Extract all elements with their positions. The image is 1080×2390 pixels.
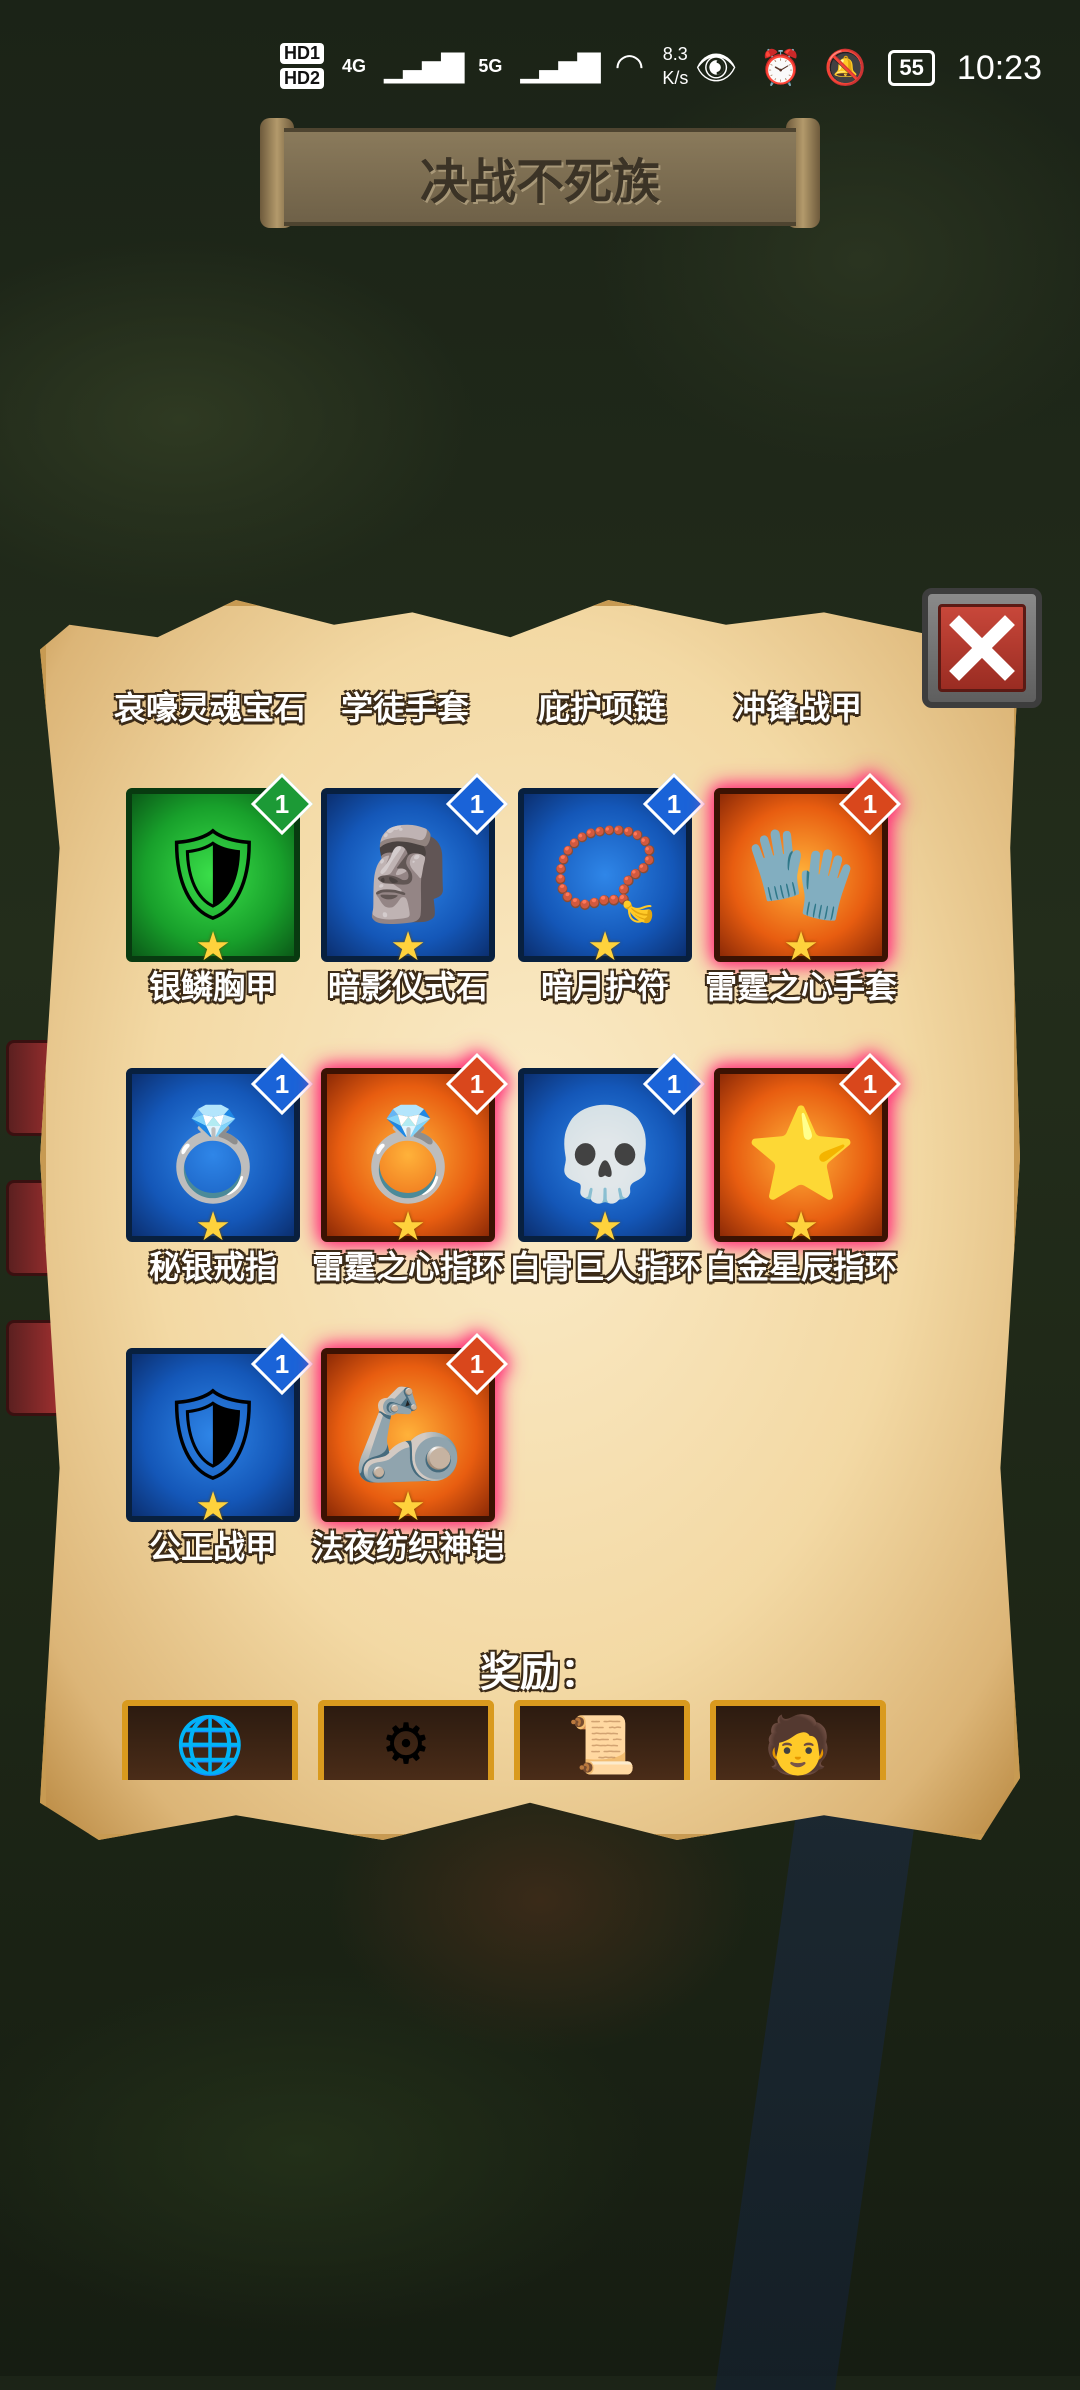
level-number: 1: [274, 1349, 290, 1379]
level-number: 1: [274, 789, 290, 819]
status-left: HD1 HD2 4G ▁▃▅▇ 5G ▁▃▅▇ ◠ 8.3 K/s ◐: [280, 42, 727, 90]
item-card[interactable]: 🦾 1 ★: [313, 1332, 509, 1530]
metal-bar-icon: ⚙: [380, 1712, 432, 1777]
clock: 10:23: [956, 48, 1042, 87]
level-number: 1: [862, 1069, 878, 1099]
chest-armor-icon: 🛡: [155, 822, 271, 927]
rewards-label: 奖励：: [480, 1650, 600, 1696]
skull-ring-icon: 💀: [548, 1102, 662, 1207]
item-card[interactable]: 🛡 1 ★: [118, 1332, 314, 1530]
mute-icon: 🔕: [824, 49, 867, 87]
item-name: 雷霆之心指环: [311, 1248, 504, 1286]
level-number: 1: [666, 1069, 682, 1099]
close-button[interactable]: [922, 588, 1042, 708]
item-name: 公正战甲: [148, 1528, 277, 1566]
blue-armor-icon: 🛡: [155, 1382, 271, 1487]
net-4g-label: 4G: [342, 55, 367, 76]
item-card[interactable]: 📿 1 ★: [510, 772, 706, 970]
signal-icon-2: ▁▃▅▇: [520, 49, 600, 83]
header-label-4: 冲锋战甲: [733, 689, 862, 727]
star-ring-icon: ⭐: [744, 1102, 858, 1207]
header-label-3: 庇护项链: [537, 689, 666, 727]
star-icon: ★: [587, 1204, 623, 1250]
item-card[interactable]: 💍 1 ★: [118, 1052, 314, 1250]
item-card[interactable]: 🗿 1 ★: [313, 772, 509, 970]
title-banner-body: 决战不死族: [284, 128, 796, 226]
page-title: 决战不死族: [419, 154, 660, 210]
net-speed-value: 8.3: [662, 44, 688, 64]
net-5g-label: 5G: [478, 55, 503, 76]
level-number: 1: [469, 1069, 485, 1099]
wifi-icon: ◠: [614, 47, 645, 85]
reward-item[interactable]: 🧑: [710, 1700, 886, 1780]
item-card[interactable]: ⭐ 1 ★: [706, 1052, 902, 1250]
level-number: 1: [666, 789, 682, 819]
globe-icon: 🌐: [175, 1713, 245, 1778]
item-card[interactable]: 🧤 1 ★: [706, 772, 902, 970]
title-banner: 决战不死族: [260, 118, 820, 228]
item-card[interactable]: 💀 1 ★: [510, 1052, 706, 1250]
star-icon: ★: [195, 924, 231, 970]
star-icon: ★: [783, 1204, 819, 1250]
hd2-badge: HD2: [280, 68, 325, 89]
reward-item[interactable]: 🌐: [122, 1700, 298, 1780]
item-name: 法夜纺织神铠: [311, 1528, 504, 1566]
signal-icon: ▁▃▅▇: [384, 49, 464, 83]
net-speed: 8.3 K/s: [662, 42, 688, 90]
amulet-icon: 📿: [548, 822, 662, 927]
level-number: 1: [469, 1349, 485, 1379]
level-number: 1: [862, 789, 878, 819]
star-icon: ★: [195, 1484, 231, 1530]
item-name: 雷霆之心手套: [704, 968, 897, 1006]
ring-icon: 💍: [351, 1102, 465, 1207]
star-icon: ★: [195, 1204, 231, 1250]
star-icon: ★: [390, 924, 426, 970]
alarm-icon: ⏰: [759, 49, 803, 87]
battery-indicator: 55: [888, 50, 935, 86]
gauntlet-icon: 🧤: [744, 822, 858, 927]
item-name: 白金星辰指环: [704, 1248, 897, 1286]
reward-item[interactable]: 📜: [514, 1700, 690, 1780]
item-card[interactable]: 💍 1 ★: [313, 1052, 509, 1250]
level-number: 1: [469, 789, 485, 819]
star-icon: ★: [390, 1204, 426, 1250]
star-icon: ★: [783, 924, 819, 970]
item-name: 暗月护符: [540, 968, 669, 1006]
star-icon: ★: [587, 924, 623, 970]
scroll-icon: 📜: [567, 1713, 637, 1778]
hero-portrait-icon: 🧑: [763, 1713, 833, 1778]
status-right: 👁 ⏰ 🔕 55 10:23: [695, 48, 1042, 88]
item-name: 秘银戒指: [148, 1248, 277, 1286]
reward-item[interactable]: ⚙: [318, 1700, 494, 1780]
hd-badges: HD1 HD2: [280, 43, 325, 89]
hd1-badge: HD1: [280, 43, 325, 64]
star-icon: ★: [390, 1484, 426, 1530]
eye-icon: 👁: [694, 49, 738, 87]
bracer-icon: 🦾: [351, 1382, 465, 1487]
close-icon: [938, 604, 1026, 692]
ritual-stone-icon: 🗿: [351, 822, 465, 927]
item-name: 银鳞胸甲: [148, 968, 277, 1006]
item-name: 白骨巨人指环: [508, 1248, 701, 1286]
net-speed-unit: K/s: [662, 68, 689, 88]
ring-icon: 💍: [156, 1102, 270, 1207]
item-name: 暗影仪式石: [327, 968, 488, 1006]
level-number: 1: [274, 1069, 290, 1099]
header-label-2: 学徒手套: [340, 689, 469, 727]
header-label-1: 哀嚎灵魂宝石: [113, 689, 306, 727]
item-card[interactable]: 🛡 1 ★: [118, 772, 314, 970]
